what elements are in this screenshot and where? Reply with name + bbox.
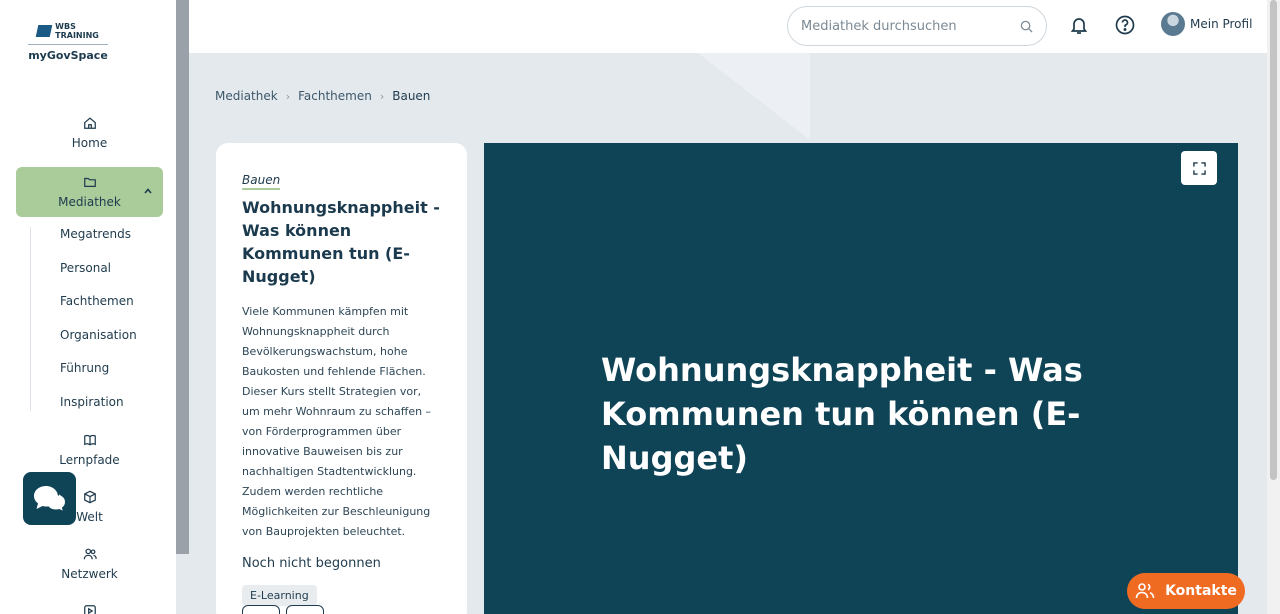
sidebar-item-netzwerk[interactable]: Netzwerk bbox=[16, 547, 163, 581]
profile-menu[interactable]: Mein Profil bbox=[1161, 12, 1252, 36]
course-status: Noch nicht begonnen bbox=[242, 556, 381, 571]
sidebar-scrollbar[interactable] bbox=[176, 0, 189, 554]
avatar bbox=[1161, 12, 1185, 36]
subnav-item-organisation[interactable]: Organisation bbox=[60, 328, 137, 342]
breadcrumb: Mediathek › Fachthemen › Bauen bbox=[215, 89, 430, 103]
sidebar-item-label: Mediathek bbox=[58, 195, 121, 209]
mediathek-subnav: Megatrends Personal Fachthemen Organisat… bbox=[30, 227, 137, 411]
sidebar-item-label: Lernpfade bbox=[59, 453, 120, 467]
sidebar: WBS TRAINING myGovSpace Home Mediathek M… bbox=[0, 0, 176, 614]
player-title: Wohnungsknappheit - Was Kommunen tun kön… bbox=[601, 351, 1083, 477]
sidebar-item-mediathek[interactable]: Mediathek bbox=[16, 167, 163, 217]
search-bar[interactable] bbox=[787, 6, 1047, 46]
notifications-button[interactable] bbox=[1068, 14, 1090, 36]
profile-label: Mein Profil bbox=[1190, 17, 1253, 31]
subnav-item-fuehrung[interactable]: Führung bbox=[60, 361, 109, 375]
cube-icon bbox=[83, 490, 96, 504]
book-icon bbox=[83, 434, 96, 446]
subnav-item-inspiration[interactable]: Inspiration bbox=[60, 395, 124, 409]
card-action-button[interactable] bbox=[242, 605, 280, 614]
card-action-buttons bbox=[242, 605, 324, 614]
help-icon bbox=[1115, 15, 1135, 35]
play-icon bbox=[83, 605, 96, 614]
bell-icon bbox=[1070, 18, 1088, 34]
page-scrollbar-thumb[interactable] bbox=[1270, 0, 1277, 480]
chat-bubble-button[interactable] bbox=[23, 472, 76, 525]
breadcrumb-item-current: Bauen bbox=[392, 89, 431, 103]
course-type-tag: E-Learning bbox=[242, 585, 317, 606]
contacts-button[interactable]: Kontakte bbox=[1127, 573, 1245, 609]
people-icon bbox=[1135, 583, 1155, 599]
subnav-item-fachthemen[interactable]: Fachthemen bbox=[60, 294, 134, 308]
logo[interactable]: WBS TRAINING myGovSpace bbox=[28, 22, 108, 62]
course-player[interactable]: Wohnungsknappheit - Was Kommunen tun kön… bbox=[484, 143, 1238, 614]
chat-icon bbox=[33, 485, 67, 514]
people-icon bbox=[83, 548, 97, 560]
contacts-label: Kontakte bbox=[1165, 583, 1237, 599]
fullscreen-icon bbox=[1192, 161, 1206, 175]
breadcrumb-separator-icon: › bbox=[285, 89, 291, 103]
page-scrollbar[interactable] bbox=[1267, 0, 1280, 614]
subnav-item-personal[interactable]: Personal bbox=[60, 261, 111, 275]
search-icon[interactable] bbox=[1020, 20, 1033, 33]
search-input[interactable] bbox=[801, 18, 1020, 34]
brand-mark: WBS TRAINING bbox=[28, 22, 108, 40]
brand-line-1: WBS bbox=[55, 22, 76, 31]
folder-icon bbox=[83, 177, 96, 187]
sidebar-item-home[interactable]: Home bbox=[16, 116, 163, 150]
brand-line-2: TRAINING bbox=[55, 31, 99, 40]
course-info-card: Bauen Wohnungsknappheit - Was können Kom… bbox=[216, 143, 467, 614]
chevron-up-icon[interactable] bbox=[143, 186, 153, 196]
course-title: Wohnungsknappheit - Was können Kommunen … bbox=[242, 198, 440, 286]
wbs-logo-icon bbox=[35, 25, 53, 37]
product-name: myGovSpace bbox=[28, 49, 108, 62]
help-button[interactable] bbox=[1114, 14, 1136, 36]
top-header: Mein Profil bbox=[189, 0, 1280, 53]
sidebar-item-label: Welt bbox=[76, 510, 103, 524]
sidebar-item-lernpfade[interactable]: Lernpfade bbox=[16, 433, 163, 467]
home-icon bbox=[83, 117, 96, 129]
breadcrumb-item-fachthemen[interactable]: Fachthemen bbox=[298, 89, 372, 103]
brand-text: WBS TRAINING bbox=[55, 22, 99, 40]
fullscreen-button[interactable] bbox=[1181, 151, 1217, 185]
course-description: Viele Kommunen kämpfen mit Wohnungsknapp… bbox=[242, 305, 432, 538]
subnav-item-megatrends[interactable]: Megatrends bbox=[60, 227, 131, 241]
card-action-button[interactable] bbox=[286, 605, 324, 614]
category-label[interactable]: Bauen bbox=[242, 173, 281, 190]
breadcrumb-separator-icon: › bbox=[379, 89, 385, 103]
breadcrumb-item-mediathek[interactable]: Mediathek bbox=[215, 89, 278, 103]
sidebar-item-more[interactable] bbox=[16, 604, 163, 614]
sidebar-item-label: Netzwerk bbox=[61, 567, 118, 581]
logo-divider bbox=[28, 44, 108, 45]
sidebar-item-label: Home bbox=[71, 136, 108, 150]
